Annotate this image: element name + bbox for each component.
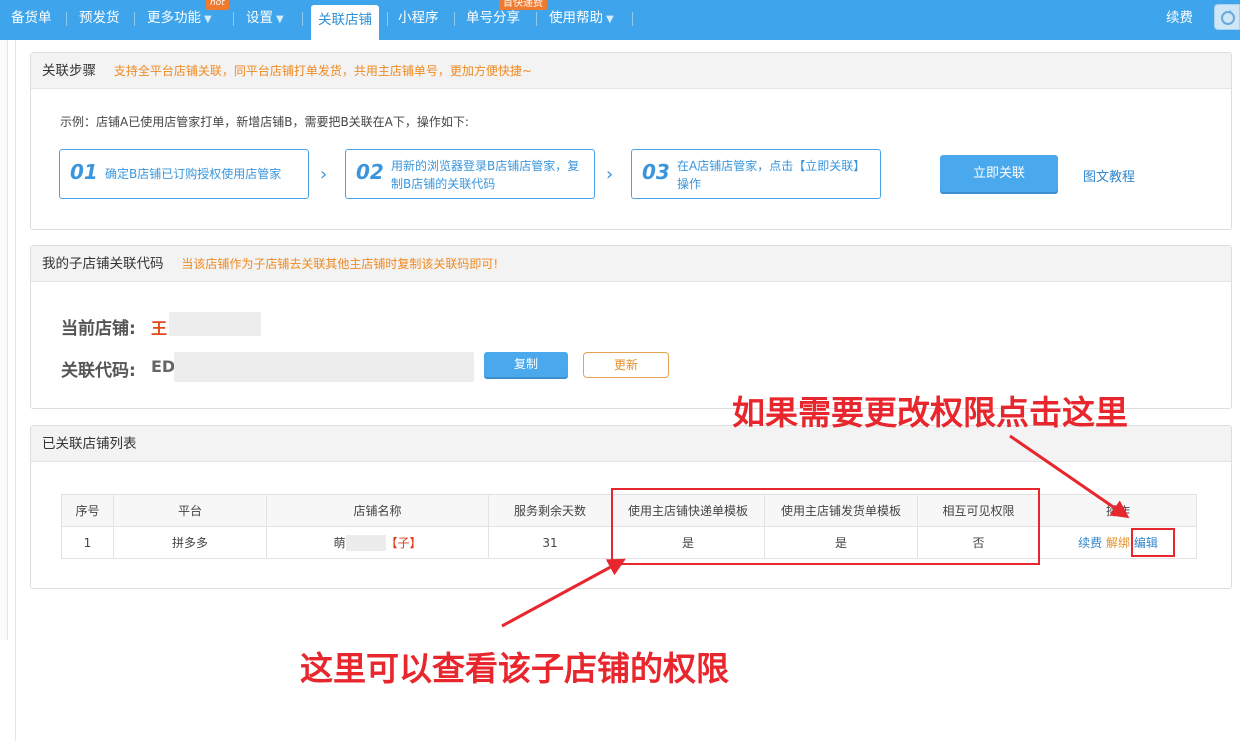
annotation-arrows xyxy=(501,434,1130,628)
arrow-to-permissions xyxy=(501,558,626,628)
arrow-to-edit xyxy=(1009,434,1130,519)
